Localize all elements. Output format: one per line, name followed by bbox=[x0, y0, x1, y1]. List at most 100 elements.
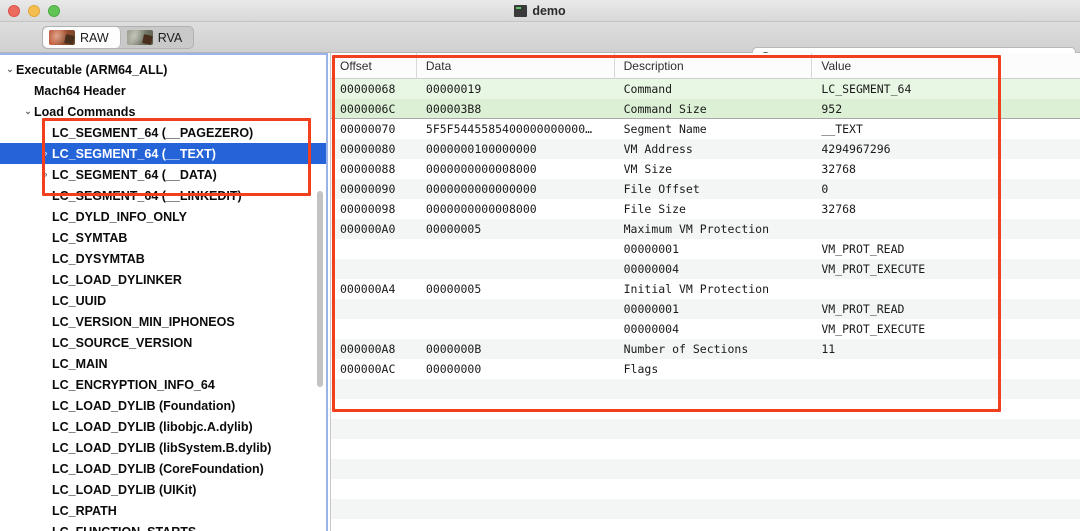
table-row[interactable] bbox=[331, 419, 1080, 439]
chevron-down-icon[interactable]: ⌄ bbox=[22, 107, 34, 116]
table-row[interactable] bbox=[331, 459, 1080, 479]
table-row[interactable] bbox=[331, 479, 1080, 499]
sidebar-item-label: LC_SYMTAB bbox=[52, 230, 128, 245]
sidebar-item[interactable]: › LC_SEGMENT_64 (__DATA) bbox=[0, 164, 326, 185]
sidebar-item[interactable]: ⌄ Executable (ARM64_ALL) bbox=[0, 59, 326, 80]
cell-data: 5F5F5445585400000000000… bbox=[425, 122, 593, 136]
table-row[interactable]: 00000004 VM_PROT_EXECUTE bbox=[331, 259, 1080, 279]
cell-description: 00000001 bbox=[623, 242, 680, 256]
sidebar-item[interactable]: LC_FUNCTION_STARTS bbox=[0, 521, 326, 531]
table-row[interactable]: 000000A0 00000005 Maximum VM Protection bbox=[331, 219, 1080, 239]
cell-value: 4294967296 bbox=[821, 142, 891, 156]
chevron-down-icon[interactable]: ⌄ bbox=[4, 65, 16, 74]
sidebar-item[interactable]: LC_ENCRYPTION_INFO_64 bbox=[0, 374, 326, 395]
rva-thumbnail-icon bbox=[126, 30, 153, 45]
cell-offset: 00000090 bbox=[340, 182, 396, 196]
executable-icon bbox=[514, 5, 528, 17]
table-row[interactable] bbox=[331, 439, 1080, 459]
table-row[interactable]: 00000004 VM_PROT_EXECUTE bbox=[331, 319, 1080, 339]
table-row[interactable]: 00000001 VM_PROT_READ bbox=[331, 299, 1080, 319]
cell-offset: 00000070 bbox=[340, 122, 396, 136]
cell-data: 00000000 bbox=[425, 362, 482, 376]
sidebar-item[interactable]: LC_DYSYMTAB bbox=[0, 248, 326, 269]
sidebar-item-label: LC_VERSION_MIN_IPHONEOS bbox=[52, 314, 235, 329]
table-row[interactable] bbox=[331, 379, 1080, 399]
sidebar-item[interactable]: › LC_SEGMENT_64 (__TEXT) bbox=[0, 143, 326, 164]
tab-raw[interactable]: RAW bbox=[43, 27, 121, 48]
sidebar-item[interactable]: LC_LOAD_DYLINKER bbox=[0, 269, 326, 290]
sidebar-item[interactable]: LC_SOURCE_VERSION bbox=[0, 332, 326, 353]
cell-value: VM_PROT_READ bbox=[821, 302, 905, 316]
table-row[interactable]: 00000001 VM_PROT_READ bbox=[331, 239, 1080, 259]
table-row[interactable]: 000000A8 0000000B Number of Sections 11 bbox=[331, 339, 1080, 359]
table-row[interactable]: 0000006C 000003B8 Command Size 952 bbox=[331, 99, 1080, 119]
cell-offset: 00000088 bbox=[340, 162, 396, 176]
chevron-right-icon[interactable]: › bbox=[40, 170, 52, 179]
sidebar-item-label: LC_SEGMENT_64 (__TEXT) bbox=[52, 146, 216, 161]
sidebar-item[interactable]: LC_LOAD_DYLIB (libobjc.A.dylib) bbox=[0, 416, 326, 437]
sidebar-item[interactable]: LC_SEGMENT_64 (__PAGEZERO) bbox=[0, 122, 326, 143]
cell-offset: 000000A0 bbox=[340, 222, 396, 236]
table-row[interactable]: 00000090 0000000000000000 File Offset 0 bbox=[331, 179, 1080, 199]
sidebar-item-label: LC_LOAD_DYLIB (libobjc.A.dylib) bbox=[52, 419, 253, 434]
sidebar-item[interactable]: LC_VERSION_MIN_IPHONEOS bbox=[0, 311, 326, 332]
table-header-row: Offset Data Description Value bbox=[331, 53, 1080, 79]
sidebar-item[interactable]: LC_DYLD_INFO_ONLY bbox=[0, 206, 326, 227]
structure-sidebar[interactable]: ⌄ Executable (ARM64_ALL) Mach64 Header ⌄ Loa… bbox=[0, 53, 328, 531]
titlebar: demo bbox=[0, 0, 1080, 22]
cell-data: 00000019 bbox=[425, 82, 482, 96]
cell-offset: 0000006C bbox=[340, 101, 396, 116]
sidebar-item[interactable]: LC_LOAD_DYLIB (Foundation) bbox=[0, 395, 326, 416]
cell-offset: 000000A8 bbox=[340, 342, 396, 356]
column-header-data[interactable]: Data bbox=[417, 53, 615, 79]
table-row[interactable]: 00000098 0000000000008000 File Size 32768 bbox=[331, 199, 1080, 219]
sidebar-item[interactable]: LC_LOAD_DYLIB (libSystem.B.dylib) bbox=[0, 437, 326, 458]
sidebar-item-label: LC_LOAD_DYLIB (libSystem.B.dylib) bbox=[52, 440, 272, 455]
detail-table-pane[interactable]: Offset Data Description Value 00000068 00000… bbox=[330, 53, 1080, 531]
table-row[interactable]: 000000A4 00000005 Initial VM Protection bbox=[331, 279, 1080, 299]
table-row[interactable] bbox=[331, 519, 1080, 531]
table-row[interactable]: 000000AC 00000000 Flags bbox=[331, 359, 1080, 379]
column-header-offset[interactable]: Offset bbox=[331, 53, 417, 79]
sidebar-item[interactable]: LC_LOAD_DYLIB (UIKit) bbox=[0, 479, 326, 500]
chevron-right-icon[interactable]: › bbox=[40, 149, 52, 158]
column-header-description[interactable]: Description bbox=[615, 53, 813, 79]
cell-data: 0000000000008000 bbox=[425, 162, 537, 176]
cell-data: 00000005 bbox=[425, 222, 482, 236]
cell-data: 000003B8 bbox=[425, 101, 482, 116]
cell-description: VM Address bbox=[623, 142, 693, 156]
cell-value: 0 bbox=[821, 182, 829, 196]
toolbar: RAW RVA bbox=[0, 22, 1080, 70]
sidebar-item-label: LC_FUNCTION_STARTS bbox=[52, 525, 326, 531]
cell-description: File Offset bbox=[623, 182, 700, 196]
window-title: demo bbox=[532, 4, 566, 18]
view-mode-segmented-control[interactable]: RAW RVA bbox=[42, 26, 195, 49]
structure-tree[interactable]: ⌄ Executable (ARM64_ALL) Mach64 Header ⌄ Loa… bbox=[0, 55, 326, 531]
table-row[interactable]: 00000068 00000019 Command LC_SEGMENT_64 bbox=[331, 79, 1080, 99]
sidebar-item-label: LC_SOURCE_VERSION bbox=[52, 335, 193, 350]
sidebar-item[interactable]: LC_RPATH bbox=[0, 500, 326, 521]
table-row[interactable]: 00000080 0000000100000000 VM Address 429496… bbox=[331, 139, 1080, 159]
sidebar-scrollbar-thumb[interactable] bbox=[317, 191, 323, 387]
sidebar-item[interactable]: LC_MAIN bbox=[0, 353, 326, 374]
column-header-value[interactable]: Value bbox=[812, 53, 1080, 79]
table-row[interactable]: 00000070 5F5F5445585400000000000… Segment … bbox=[331, 119, 1080, 139]
table-row[interactable] bbox=[331, 499, 1080, 519]
sidebar-item-label: LC_DYLD_INFO_ONLY bbox=[52, 209, 187, 224]
sidebar-item-label: LC_DYSYMTAB bbox=[52, 251, 145, 266]
sidebar-item[interactable]: LC_UUID bbox=[0, 290, 326, 311]
table-row[interactable]: 00000088 0000000000008000 VM Size 32768 bbox=[331, 159, 1080, 179]
cell-data: 0000000000000000 bbox=[425, 182, 537, 196]
sidebar-item[interactable]: LC_SYMTAB bbox=[0, 227, 326, 248]
table-body[interactable]: 00000068 00000019 Command LC_SEGMENT_64 0000… bbox=[331, 79, 1080, 531]
cell-value: 11 bbox=[821, 342, 836, 356]
tab-rva[interactable]: RVA bbox=[121, 27, 194, 48]
cell-description: Initial VM Protection bbox=[623, 282, 770, 296]
cell-offset: 00000098 bbox=[340, 202, 396, 216]
table-row[interactable] bbox=[331, 399, 1080, 419]
sidebar-item[interactable]: LC_SEGMENT_64 (__LINKEDIT) bbox=[0, 185, 326, 206]
sidebar-item[interactable]: ⌄ Load Commands bbox=[0, 101, 326, 122]
sidebar-item[interactable]: LC_LOAD_DYLIB (CoreFoundation) bbox=[0, 458, 326, 479]
sidebar-item[interactable]: Mach64 Header bbox=[0, 80, 326, 101]
sidebar-scrollbar[interactable] bbox=[316, 55, 324, 531]
